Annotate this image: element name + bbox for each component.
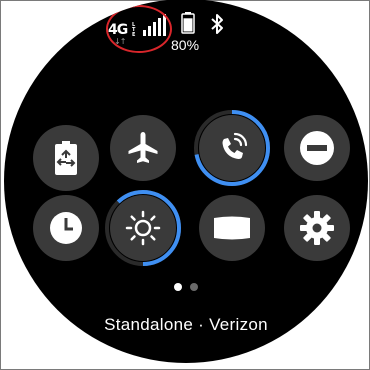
sound-mode-ring — [194, 110, 270, 186]
brightness-ring — [105, 190, 181, 266]
page-dot-2[interactable] — [190, 283, 198, 291]
always-on-display-toggle[interactable] — [199, 195, 265, 261]
battery-recycle-icon — [55, 141, 77, 175]
airplane-mode-toggle[interactable] — [110, 115, 176, 181]
airplane-icon — [128, 132, 158, 163]
annotation-circle — [106, 5, 172, 53]
brightness-toggle[interactable] — [105, 190, 181, 266]
gear-icon — [300, 211, 334, 245]
battery-icon — [181, 12, 195, 34]
screenshot-frame: 4G LTE ↓↑ 80% Standalone · Verizon — [0, 0, 370, 370]
bluetooth-icon — [211, 14, 223, 34]
page-indicator — [172, 283, 202, 293]
settings-button[interactable] — [284, 195, 350, 261]
page-dot-1[interactable] — [174, 283, 182, 291]
status-bar: 4G LTE ↓↑ 80% — [4, 0, 368, 59]
power-saving-toggle[interactable] — [33, 125, 99, 191]
watch-only-toggle[interactable] — [33, 195, 99, 261]
watch-face: 4G LTE ↓↑ 80% Standalone · Verizon — [4, 0, 368, 363]
sound-mode-toggle[interactable] — [194, 110, 270, 186]
carrier-label: Standalone · Verizon — [104, 315, 268, 334]
battery-percent: 80% — [171, 37, 200, 53]
screen-icon — [214, 216, 250, 240]
clock-icon — [50, 212, 82, 244]
minus-circle-icon — [300, 131, 334, 165]
do-not-disturb-toggle[interactable] — [284, 115, 350, 181]
battery-level-fill — [183, 18, 193, 32]
